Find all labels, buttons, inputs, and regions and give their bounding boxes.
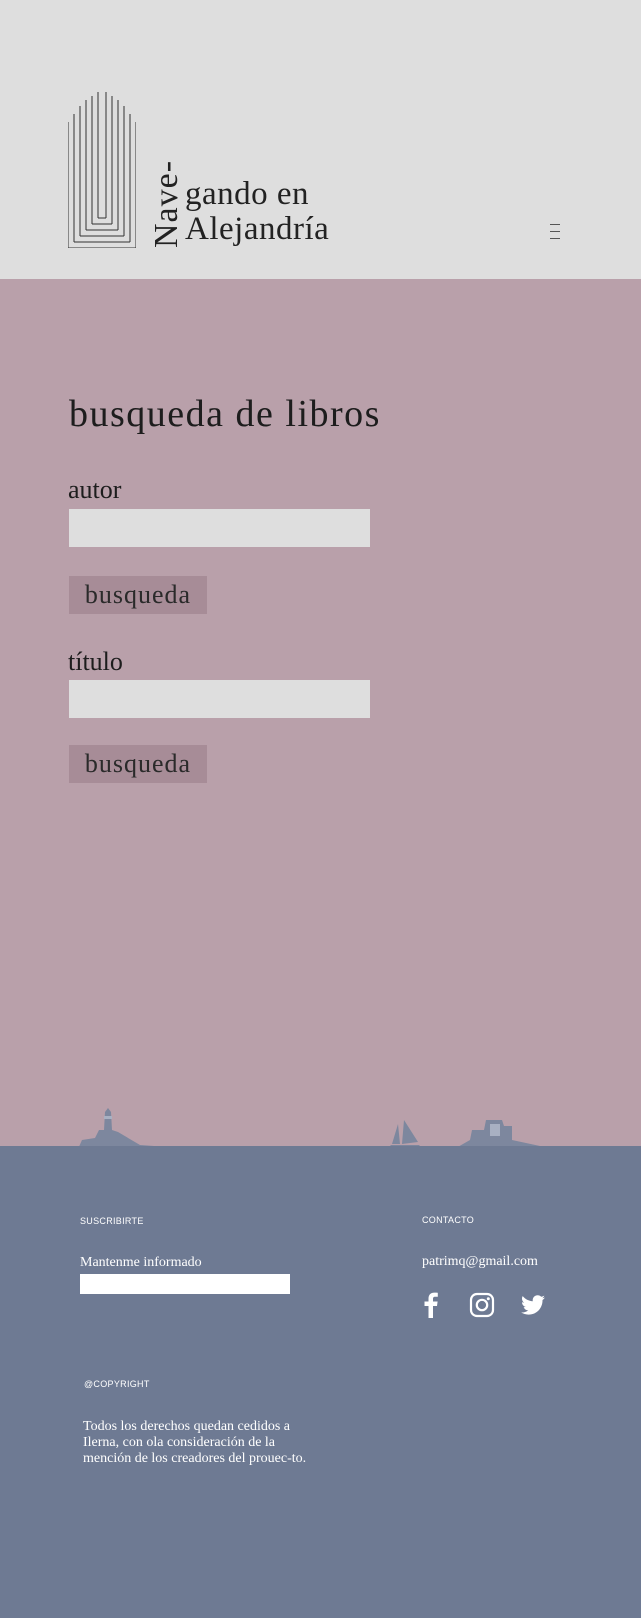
hamburger-menu-icon[interactable] — [548, 224, 562, 244]
logo-icon[interactable] — [68, 92, 136, 248]
legal-text: Todos los derechos quedan cedidos a Iler… — [83, 1419, 307, 1466]
horizon-silhouettes — [78, 1108, 542, 1150]
title-search-button[interactable]: busqueda — [69, 745, 207, 783]
contact-email-link[interactable]: patrimq@gmail.com — [422, 1254, 538, 1270]
sailboat-silhouette — [390, 1120, 420, 1149]
logo-text-vertical: Nave- — [148, 159, 185, 248]
instagram-icon[interactable] — [469, 1292, 495, 1318]
contact-heading: CONTACTO — [422, 1215, 475, 1225]
page-title: busqueda de libros — [69, 393, 381, 435]
site-footer: SUSCRIBIRTE Mantenme informado CONTACTO … — [0, 1146, 641, 1618]
logo-text-line1: gando en — [185, 176, 310, 212]
facebook-icon[interactable] — [418, 1292, 444, 1318]
title-input[interactable] — [69, 680, 370, 718]
lighthouse-silhouette — [78, 1108, 182, 1150]
site-header: Nave- gando en Alejandría — [0, 0, 641, 279]
copyright-heading: @COPYRIGHT — [84, 1379, 150, 1389]
author-label: autor — [68, 475, 122, 504]
fortress-silhouette — [456, 1120, 542, 1149]
subscribe-heading: SUSCRIBIRTE — [80, 1216, 144, 1226]
logo-text-line2: Alejandría — [185, 211, 330, 247]
newsletter-email-input[interactable] — [80, 1274, 290, 1294]
author-search-button[interactable]: busqueda — [69, 576, 207, 614]
title-label: título — [68, 647, 123, 676]
author-input[interactable] — [69, 509, 370, 547]
search-section: busqueda de libros autor busqueda título… — [0, 279, 641, 1147]
newsletter-label: Mantenme informado — [80, 1255, 202, 1270]
twitter-icon[interactable] — [520, 1292, 546, 1318]
